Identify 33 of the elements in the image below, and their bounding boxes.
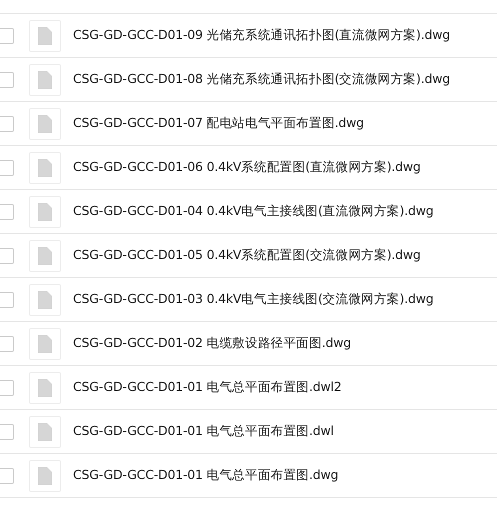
file-name[interactable]: CSG-GD-GCC-D01-09 光储充系统通讯拓扑图(直流微网方案).dwg [73,27,450,44]
checkbox[interactable] [0,28,14,44]
file-icon [29,152,61,184]
checkbox[interactable] [0,116,14,132]
file-icon [29,108,61,140]
checkbox[interactable] [0,204,14,220]
file-icon [29,284,61,316]
checkbox[interactable] [0,160,14,176]
file-name[interactable]: CSG-GD-GCC-D01-08 光储充系统通讯拓扑图(交流微网方案).dwg [73,71,450,88]
checkbox[interactable] [0,380,14,396]
file-name[interactable]: CSG-GD-GCC-D01-03 0.4kV电气主接线图(交流微网方案).dwg [73,291,434,308]
file-icon [29,240,61,272]
file-icon [29,20,61,52]
file-name[interactable]: CSG-GD-GCC-D01-01 电气总平面布置图.dwg [73,467,338,484]
file-icon [29,64,61,96]
file-name[interactable]: CSG-GD-GCC-D01-06 0.4kV系统配置图(直流微网方案).dwg [73,159,421,176]
checkbox[interactable] [0,468,14,484]
file-icon [29,372,61,404]
checkbox[interactable] [0,336,14,352]
file-icon [29,196,61,228]
file-name[interactable]: CSG-GD-GCC-D01-07 配电站电气平面布置图.dwg [73,115,364,132]
checkbox[interactable] [0,72,14,88]
checkbox[interactable] [0,292,14,308]
file-name[interactable]: CSG-GD-GCC-D01-04 0.4kV电气主接线图(直流微网方案).dwg [73,203,434,220]
file-name[interactable]: CSG-GD-GCC-D01-05 0.4kV系统配置图(交流微网方案).dwg [73,247,421,264]
checkbox[interactable] [0,248,14,264]
file-icon [29,328,61,360]
file-icon [29,460,61,492]
file-icon [29,416,61,448]
file-name[interactable]: CSG-GD-GCC-D01-01 电气总平面布置图.dwl2 [73,379,342,396]
file-name[interactable]: CSG-GD-GCC-D01-02 电缆敷设路径平面图.dwg [73,335,352,352]
file-name[interactable]: CSG-GD-GCC-D01-01 电气总平面布置图.dwl [73,423,334,440]
checkbox[interactable] [0,424,14,440]
